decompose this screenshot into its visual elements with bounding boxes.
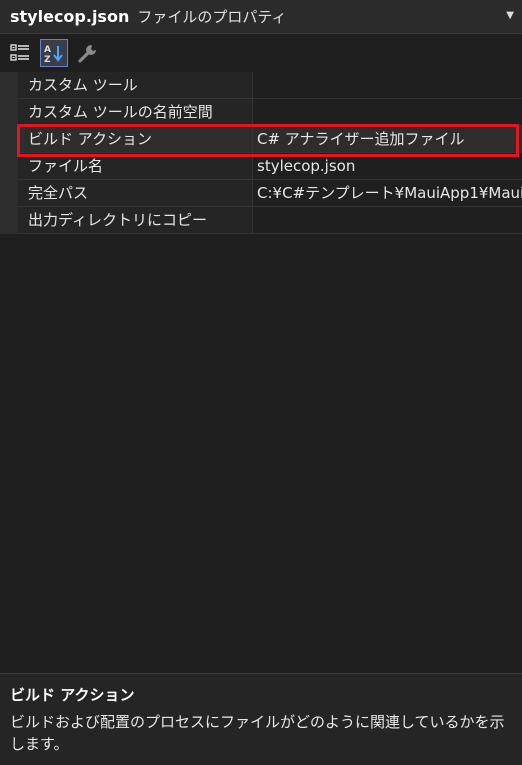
- properties-kind-label: ファイルのプロパティ: [137, 8, 287, 26]
- property-value[interactable]: [253, 207, 522, 234]
- property-row-file-name[interactable]: ファイル名 stylecop.json: [0, 153, 522, 180]
- property-pages-wrench-icon: [78, 45, 96, 63]
- property-name: ファイル名: [18, 153, 253, 180]
- row-gutter: [0, 126, 18, 153]
- description-text: ビルドおよび配置のプロセスにファイルがどのように関連しているかを示します。: [10, 713, 505, 753]
- property-value[interactable]: [253, 72, 522, 99]
- properties-header[interactable]: stylecop.json ファイルのプロパティ ▼: [0, 0, 522, 34]
- row-gutter: [0, 207, 18, 234]
- svg-text:Z: Z: [44, 55, 51, 63]
- property-name: ビルド アクション: [18, 126, 253, 153]
- description-pane: ビルド アクション ビルドおよび配置のプロセスにファイルがどのように関連している…: [0, 673, 522, 765]
- alphabetical-sort-icon: A Z: [44, 45, 63, 63]
- property-name: カスタム ツールの名前空間: [18, 99, 253, 126]
- row-gutter: [0, 153, 18, 180]
- row-gutter: [0, 180, 18, 207]
- row-gutter: [0, 72, 18, 99]
- property-row-custom-tool-namespace[interactable]: カスタム ツールの名前空間: [0, 99, 522, 126]
- property-value[interactable]: C# アナライザー追加ファイル: [253, 126, 522, 153]
- property-name: 完全パス: [18, 180, 253, 207]
- property-value[interactable]: C:¥C#テンプレート¥MauiApp1¥MauiApp1¥stylecop.j…: [253, 180, 522, 207]
- property-pages-button[interactable]: [74, 39, 102, 67]
- property-row-copy-to-output[interactable]: 出力ディレクトリにコピー: [0, 207, 522, 234]
- property-value[interactable]: [253, 99, 522, 126]
- property-name: 出力ディレクトリにコピー: [18, 207, 253, 234]
- property-value[interactable]: stylecop.json: [253, 153, 522, 180]
- file-name-label: stylecop.json: [10, 7, 130, 26]
- alphabetical-sort-button[interactable]: A Z: [40, 39, 68, 67]
- categorized-button[interactable]: [6, 39, 34, 67]
- categorized-icon: [10, 44, 29, 61]
- svg-text:A: A: [44, 45, 51, 55]
- properties-toolbar: A Z: [0, 34, 522, 72]
- description-title: ビルド アクション: [10, 686, 135, 704]
- property-row-build-action[interactable]: ビルド アクション C# アナライザー追加ファイル: [0, 126, 522, 153]
- property-row-full-path[interactable]: 完全パス C:¥C#テンプレート¥MauiApp1¥MauiApp1¥style…: [0, 180, 522, 207]
- row-gutter: [0, 99, 18, 126]
- property-grid: カスタム ツール カスタム ツールの名前空間 ビルド アクション C# アナライ…: [0, 72, 522, 234]
- property-row-custom-tool[interactable]: カスタム ツール: [0, 72, 522, 99]
- property-name: カスタム ツール: [18, 72, 253, 99]
- chevron-down-icon[interactable]: ▼: [506, 10, 514, 21]
